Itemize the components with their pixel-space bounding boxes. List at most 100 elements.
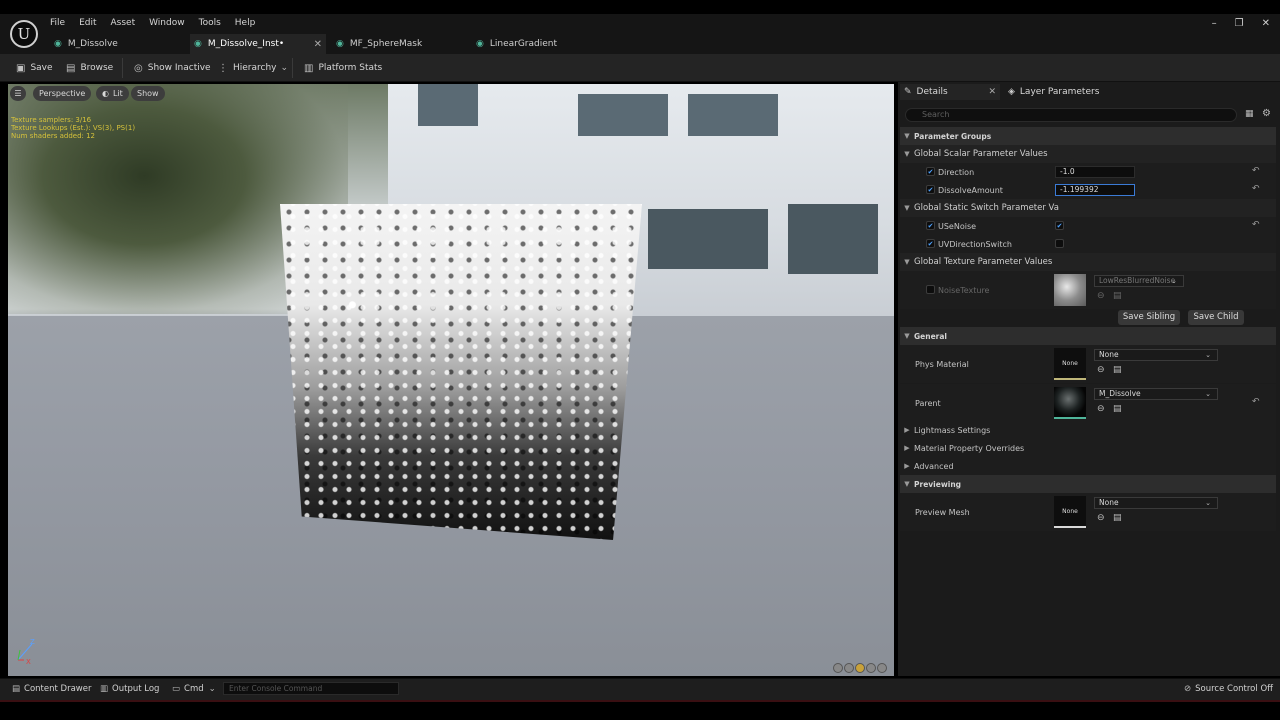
use-selected-icon[interactable]: ⊖ (1097, 404, 1105, 414)
content-drawer-label: Content Drawer (24, 684, 92, 694)
viewport-menu-icon[interactable]: ☰ (10, 86, 26, 101)
preview-mesh-combo[interactable]: None ⌄ (1094, 497, 1218, 509)
phys-material-combo[interactable]: None ⌄ (1094, 349, 1218, 361)
grid-view-icon[interactable]: ▦ (1245, 109, 1254, 119)
gear-icon[interactable]: ⚙ (1262, 108, 1271, 119)
group-static-switch-parameters[interactable]: ▼ Global Static Switch Parameter Va (900, 199, 1276, 217)
use-noise-override-checkbox[interactable]: ✔ (926, 221, 935, 230)
uv-direction-override-checkbox[interactable]: ✔ (926, 239, 935, 248)
menu-tools[interactable]: Tools (199, 18, 221, 28)
preview-cylinder-button[interactable] (844, 663, 854, 673)
lit-icon: ◐ (102, 89, 109, 98)
use-selected-icon[interactable]: ⊖ (1097, 365, 1105, 375)
close-tab-icon[interactable]: ✕ (314, 39, 322, 50)
noise-texture-combo[interactable]: LowResBlurredNoise ⌄ (1094, 275, 1184, 287)
phys-material-thumbnail[interactable]: None (1054, 348, 1086, 380)
restore-icon[interactable]: ❐ (1235, 18, 1244, 29)
browse-asset-icon[interactable]: ▤ (1113, 513, 1122, 523)
section-lightmass-settings[interactable]: ▶ Lightmass Settings (900, 421, 1276, 439)
chevron-down-icon: ⌄ (1205, 499, 1211, 507)
tab-mf-spheremask[interactable]: ◉ MF_SphereMask (332, 34, 468, 54)
close-window-icon[interactable]: ✕ (1262, 18, 1270, 29)
show-inactive-label: Show Inactive (147, 63, 211, 73)
shader-stats: Texture samplers: 3/16 Texture Lookups (… (11, 116, 135, 140)
tab-m-dissolve-inst[interactable]: ◉ M_Dissolve_Inst• ✕ (190, 34, 326, 54)
browse-asset-icon[interactable]: ▤ (1113, 404, 1122, 414)
reset-to-default-icon[interactable]: ↶ (1252, 184, 1260, 194)
tab-m-dissolve[interactable]: ◉ M_Dissolve (50, 34, 186, 54)
details-tab[interactable]: ✎ Details ✕ (900, 84, 1000, 100)
tab-label: MF_SphereMask (349, 39, 423, 49)
search-input[interactable]: Search (905, 108, 1237, 122)
reset-to-default-icon[interactable]: ↶ (1252, 220, 1260, 230)
browse-asset-icon[interactable]: ▤ (1113, 365, 1122, 375)
section-advanced[interactable]: ▶ Advanced (900, 457, 1276, 475)
use-selected-icon[interactable]: ⊖ (1097, 513, 1105, 523)
console-command-input[interactable]: Enter Console Command (223, 682, 399, 695)
section-general[interactable]: ▼ General (900, 327, 1276, 345)
preview-plane-button[interactable] (855, 663, 865, 673)
parent-combo[interactable]: M_Dissolve ⌄ (1094, 388, 1218, 400)
menu-help[interactable]: Help (235, 18, 256, 28)
noise-pattern (280, 204, 642, 540)
save-child-button[interactable]: Save Child (1188, 310, 1244, 325)
output-log-button[interactable]: ▥ Output Log (100, 683, 159, 695)
menu-asset[interactable]: Asset (111, 18, 136, 28)
building-window (688, 94, 778, 136)
save-button[interactable]: ▣ Save (16, 60, 53, 76)
source-control-label: Source Control Off (1195, 684, 1273, 694)
unreal-logo-icon[interactable]: U (10, 20, 38, 48)
menu-file[interactable]: File (50, 18, 65, 28)
use-noise-value-checkbox[interactable]: ✔ (1055, 221, 1064, 230)
section-label: Advanced (914, 461, 954, 471)
preview-mesh-value: None (1099, 498, 1119, 507)
letterbox-bottom (0, 702, 1280, 720)
use-selected-icon[interactable]: ⊖ (1097, 291, 1105, 301)
caret-down-icon: ▼ (904, 150, 910, 158)
preview-viewport[interactable] (8, 84, 894, 676)
section-material-property-overrides[interactable]: ▶ Material Property Overrides (900, 439, 1276, 457)
close-tab-icon[interactable]: ✕ (988, 87, 996, 97)
preview-mesh-thumbnail[interactable]: None (1054, 496, 1086, 528)
preview-sphere-button[interactable] (833, 663, 843, 673)
cmd-button[interactable]: ▭ Cmd ⌄ (172, 683, 216, 695)
noise-texture-override-checkbox[interactable] (926, 285, 935, 294)
source-control-button[interactable]: ⊘ Source Control Off (1184, 683, 1273, 695)
browse-asset-icon[interactable]: ▤ (1113, 291, 1122, 301)
menu-edit[interactable]: Edit (79, 18, 96, 28)
reset-to-default-icon[interactable]: ↶ (1252, 397, 1260, 407)
section-parameter-groups[interactable]: ▼ Parameter Groups (900, 127, 1276, 145)
building-window (648, 209, 768, 269)
save-sibling-button[interactable]: Save Sibling (1118, 310, 1180, 325)
preview-cube-button[interactable] (866, 663, 876, 673)
minimize-icon[interactable]: – (1212, 18, 1217, 29)
building-window (578, 94, 668, 136)
direction-value-field[interactable]: -1.0 (1055, 166, 1135, 178)
noise-texture-value: LowResBlurredNoise (1099, 276, 1176, 285)
browse-button[interactable]: ▤ Browse (66, 60, 113, 76)
show-label: Show (137, 89, 159, 98)
perspective-button[interactable]: Perspective (33, 86, 92, 101)
hierarchy-button[interactable]: ⋮ Hierarchy ⌄ (218, 60, 288, 76)
preview-mesh-button[interactable] (877, 663, 887, 673)
dissolve-override-checkbox[interactable]: ✔ (926, 185, 935, 194)
caret-right-icon: ▶ (904, 426, 910, 434)
platform-stats-button[interactable]: ▥ Platform Stats (304, 60, 382, 76)
group-texture-parameters[interactable]: ▼ Global Texture Parameter Values (900, 253, 1276, 271)
tab-lineargradient[interactable]: ◉ LinearGradient (474, 34, 610, 54)
reset-to-default-icon[interactable]: ↶ (1252, 166, 1260, 176)
dissolve-amount-value-field[interactable]: -1.199392 (1055, 184, 1135, 196)
parent-material-thumbnail[interactable] (1054, 387, 1086, 419)
direction-override-checkbox[interactable]: ✔ (926, 167, 935, 176)
uv-direction-value-checkbox[interactable] (1055, 239, 1064, 248)
property-uv-direction-switch: UVDirectionSwitch (900, 235, 1276, 253)
show-inactive-button[interactable]: ◎ Show Inactive (134, 60, 211, 76)
noise-texture-thumbnail[interactable] (1054, 274, 1086, 306)
layer-parameters-tab[interactable]: ◈ Layer Parameters (1008, 84, 1099, 100)
group-scalar-parameters[interactable]: ▼ Global Scalar Parameter Values (900, 145, 1276, 163)
menu-window[interactable]: Window (149, 18, 185, 28)
show-button[interactable]: Show (131, 86, 165, 101)
section-previewing[interactable]: ▼ Previewing (900, 475, 1276, 493)
lit-button[interactable]: ◐ Lit (96, 86, 129, 101)
content-drawer-button[interactable]: ▤ Content Drawer (12, 683, 91, 695)
